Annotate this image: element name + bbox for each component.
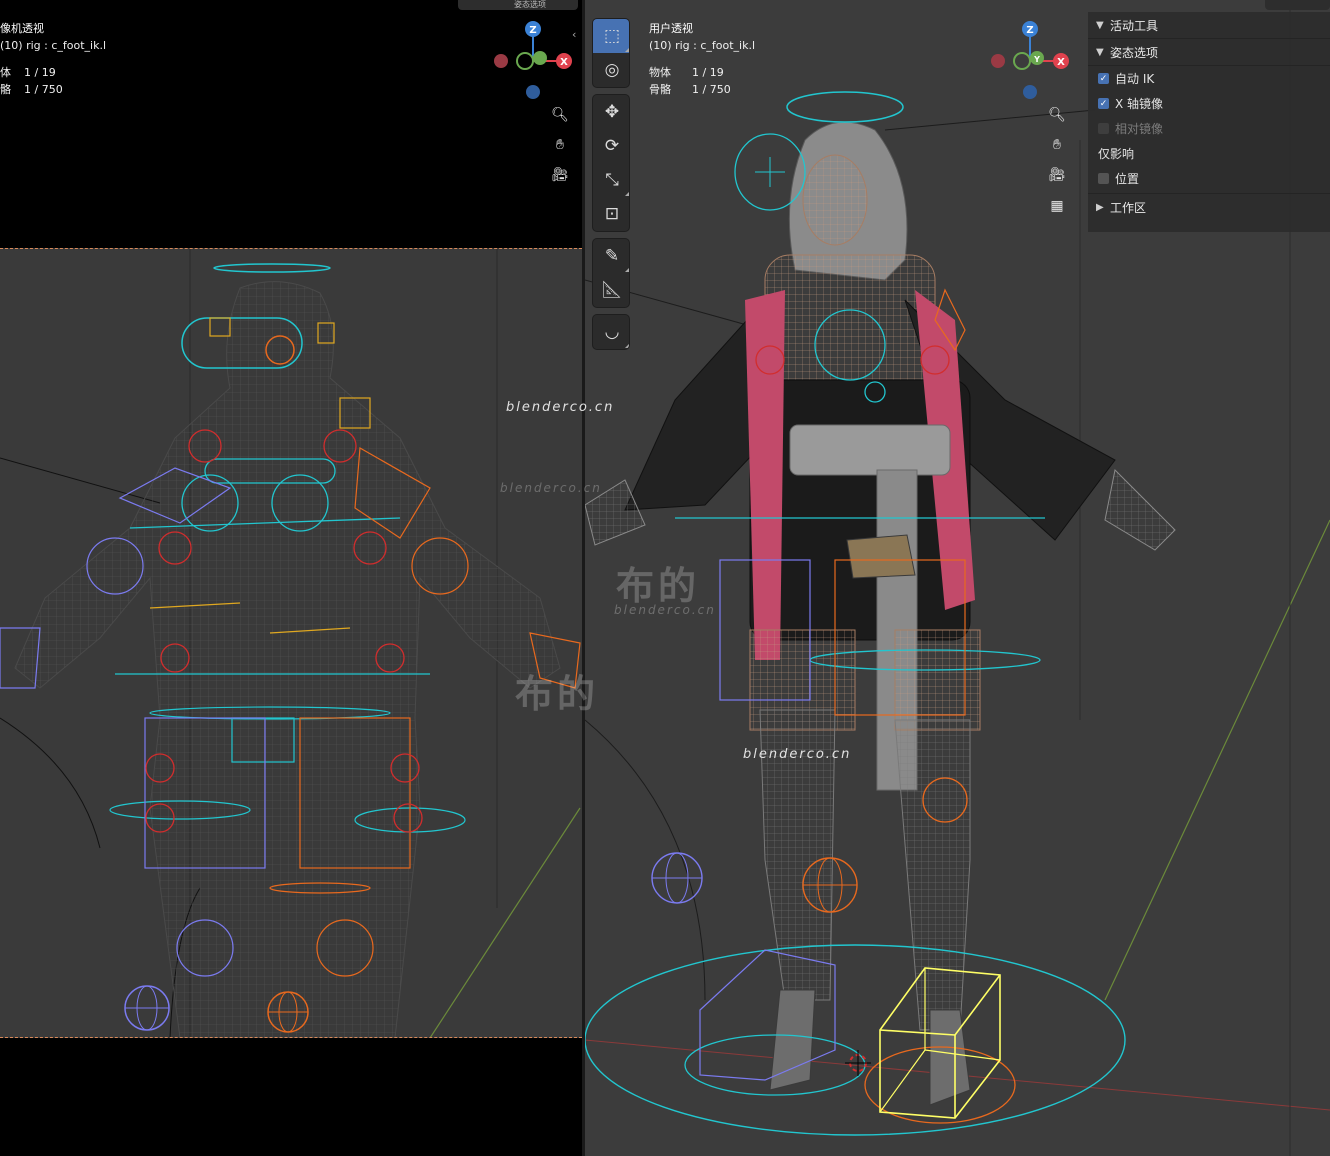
right-axis-gizmo[interactable]: Z X Y: [987, 18, 1073, 104]
left-stat-value-bones: 1 / 750: [24, 83, 63, 96]
right-camera-icon[interactable]: 🎥︎: [1044, 162, 1070, 188]
left-gizmo-x-label: X: [560, 57, 568, 68]
location-checkbox[interactable]: 位置: [1088, 166, 1330, 191]
right-grid-toggle-icon[interactable]: ▦: [1044, 193, 1070, 219]
watermark-site-2: blenderco.cn: [500, 481, 602, 495]
right-pan-hand-icon[interactable]: ✋︎: [1044, 132, 1070, 158]
watermark-site-3: blenderco.cn: [614, 603, 716, 617]
right-stat-value-bones: 1 / 750: [692, 83, 731, 96]
right-viewport-title: 用户透视: [649, 22, 693, 35]
left-camera-icon[interactable]: 🎥︎: [547, 162, 573, 188]
auto-ik-label: 自动 IK: [1115, 72, 1155, 86]
measure-icon[interactable]: 📐︎: [593, 273, 629, 307]
right-zoom-icon[interactable]: 🔍︎: [1044, 102, 1070, 128]
annotate-icon[interactable]: ✎: [593, 239, 629, 273]
right-header-chip[interactable]: [1265, 0, 1330, 10]
checkbox-unchecked-icon: [1098, 123, 1109, 134]
chevron-down-icon: ▼: [1096, 46, 1104, 58]
left-viewport-subtitle: (10) rig : c_foot_ik.l: [0, 39, 107, 52]
left-gizmo-z-label: Z: [529, 25, 536, 36]
tool-group-select: ⬚ ◎: [592, 18, 630, 88]
left-zoom-icon[interactable]: 🔍︎: [547, 102, 573, 128]
left-header-chip[interactable]: 姿态选项: [458, 0, 578, 10]
left-stat-value-objects: 1 / 19: [24, 66, 56, 79]
cursor-icon[interactable]: ◎: [593, 53, 629, 87]
right-gizmo-y-label: Y: [1033, 55, 1040, 64]
chevron-down-icon: ▼: [1096, 19, 1104, 31]
left-axis-gizmo[interactable]: Z X: [490, 18, 576, 104]
move-icon[interactable]: ✥: [593, 95, 629, 129]
pose-options-header-label: 姿态选项: [1110, 45, 1159, 60]
watermark-brand-2: 布的: [515, 672, 600, 716]
active-tool-header-label: 活动工具: [1110, 18, 1159, 33]
checkbox-checked-icon: ✓: [1098, 98, 1109, 109]
bone-curve-icon[interactable]: ◡: [593, 315, 629, 349]
right-gizmo-x-label: X: [1057, 57, 1065, 68]
left-pan-hand-icon[interactable]: ✋︎: [547, 132, 573, 158]
left-collapse-chevron-icon[interactable]: ‹: [572, 28, 576, 41]
watermark-brand-1: 布的: [616, 564, 701, 608]
tool-shelf: ⬚ ◎ ✥ ⟳ ⤡ ⊡ ✎ 📐︎ ◡: [592, 18, 630, 356]
workspace-header[interactable]: ▶ 工作区: [1088, 193, 1330, 220]
relative-mirror-checkbox: 相对镜像: [1088, 116, 1330, 141]
chevron-right-icon: ▶: [1096, 201, 1104, 213]
checkbox-unchecked-icon: [1098, 173, 1109, 184]
workspace-header-label: 工作区: [1110, 200, 1147, 215]
tool-group-annotate: ✎ 📐︎: [592, 238, 630, 308]
x-mirror-label: X 轴镜像: [1115, 97, 1164, 111]
active-tool-header[interactable]: ▼ 活动工具: [1088, 12, 1330, 39]
right-viewport-subtitle: (10) rig : c_foot_ik.l: [649, 39, 756, 52]
location-label: 位置: [1115, 172, 1140, 186]
left-stat-label-objects: 体: [0, 66, 11, 79]
right-stat-value-objects: 1 / 19: [692, 66, 724, 79]
checkbox-checked-icon: ✓: [1098, 73, 1109, 84]
transform-icon[interactable]: ⊡: [593, 197, 629, 231]
left-header-chip-label: 姿态选项: [514, 0, 546, 9]
left-camera-frame-border: [0, 248, 582, 1038]
tool-group-transform: ✥ ⟳ ⤡ ⊡: [592, 94, 630, 232]
right-stat-label-objects: 物体: [649, 66, 671, 79]
watermark-site-4: blenderco.cn: [743, 747, 852, 762]
left-viewport-title: 像机透视: [0, 22, 44, 35]
right-stat-label-bones: 骨骼: [649, 83, 671, 96]
relative-mirror-label: 相对镜像: [1115, 122, 1164, 136]
auto-ik-checkbox[interactable]: ✓ 自动 IK: [1088, 66, 1330, 91]
sidebar-n-panel: ▼ 活动工具 ▼ 姿态选项 ✓ 自动 IK ✓ X 轴镜像 相对镜像 仅影响 位…: [1088, 12, 1330, 232]
right-gizmo-z-label: Z: [1026, 25, 1033, 36]
rotate-icon[interactable]: ⟳: [593, 129, 629, 163]
affect-only-label: 仅影响: [1098, 147, 1135, 161]
scale-icon[interactable]: ⤡: [593, 163, 629, 197]
x-mirror-checkbox[interactable]: ✓ X 轴镜像: [1088, 91, 1330, 116]
left-stat-label-bones: 骼: [0, 83, 11, 96]
select-box-icon[interactable]: ⬚: [593, 19, 629, 53]
tool-group-bone: ◡: [592, 314, 630, 350]
watermark-site-1: blenderco.cn: [506, 400, 615, 415]
left-viewport[interactable]: 姿态选项 像机透视 (10) rig : c_foot_ik.l 体 1 / 1…: [0, 0, 582, 1156]
pose-options-header[interactable]: ▼ 姿态选项: [1088, 39, 1330, 66]
